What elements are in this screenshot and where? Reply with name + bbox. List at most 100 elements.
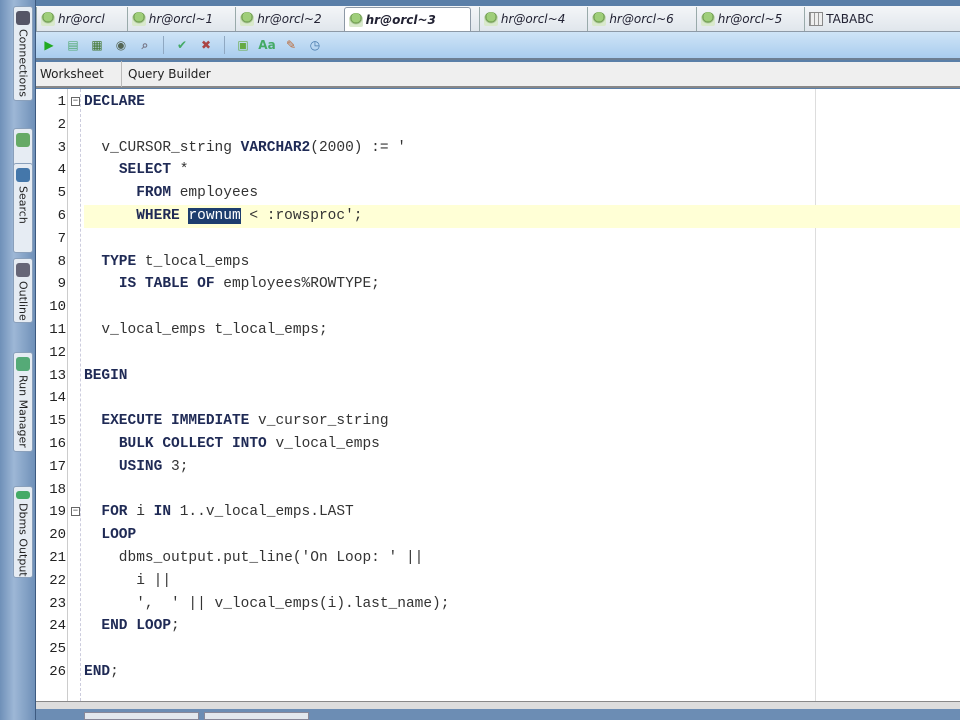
code-line[interactable]: 21 dbms_output.put_line('On Loop: ' || xyxy=(36,547,960,570)
fold-toggle-icon[interactable]: − xyxy=(71,97,80,106)
code-text: USING 3; xyxy=(118,458,189,475)
run-statement-button[interactable]: ▶ xyxy=(40,36,58,54)
code-text: BULK COLLECT INTO v_local_emps xyxy=(118,436,380,452)
line-number: 11 xyxy=(49,322,66,338)
connection-icon xyxy=(131,12,146,26)
tab-hr-orcl-2[interactable]: hr@orcl~2 xyxy=(235,7,335,31)
clear-icon: ✎ xyxy=(285,38,297,52)
tab-label: hr@orcl~6 xyxy=(609,12,674,26)
fold-toggle-icon[interactable]: − xyxy=(71,507,80,517)
line-number: 7 xyxy=(57,230,66,247)
code-line[interactable]: 20 LOOP xyxy=(36,524,960,547)
table-icon xyxy=(809,12,824,26)
rollback-button[interactable]: ✖ xyxy=(197,36,215,54)
tab-hr-orcl-5[interactable]: hr@orcl~5 xyxy=(695,7,796,31)
sidebar-tab-icon[interactable] xyxy=(13,128,33,168)
unshared-sql-button[interactable]: ▣ xyxy=(234,36,252,54)
horizontal-scrollbar[interactable] xyxy=(36,701,960,709)
line-number: 16 xyxy=(49,436,66,452)
code-line[interactable]: 16 BULK COLLECT INTO v_local_emps xyxy=(36,433,960,456)
code-line[interactable]: 17 USING 3; xyxy=(36,456,960,479)
sidebar-tab-run-manager[interactable]: Run Manager xyxy=(13,352,33,452)
code-line[interactable]: 12 xyxy=(36,342,960,365)
line-number: 22 xyxy=(49,572,66,589)
code-text: SELECT * xyxy=(118,162,189,179)
connection-icon xyxy=(592,12,607,26)
sidebar-tab-label: Run Manager xyxy=(16,375,30,448)
explain-plan-icon: ◉ xyxy=(115,38,127,52)
code-line[interactable]: 8 TYPE t_local_emps xyxy=(36,251,960,274)
sidebar-tab-dbms-output[interactable]: Dbms Output xyxy=(13,486,33,578)
tab-worksheet[interactable]: Worksheet xyxy=(36,61,122,87)
line-number: 1 xyxy=(57,94,66,110)
tab-hr-orcl-4[interactable]: hr@orcl~4 xyxy=(478,7,579,31)
tab-label: hr@orcl~2 xyxy=(257,12,322,26)
code-line[interactable]: 2 xyxy=(36,114,960,137)
bottom-tab[interactable] xyxy=(204,712,309,720)
code-text: IS TABLE OF employees%ROWTYPE; xyxy=(118,276,380,293)
tab-hr-orcl-6[interactable]: hr@orcl~6 xyxy=(587,7,687,31)
line-number: 13 xyxy=(49,367,66,384)
code-line[interactable]: 24 END LOOP; xyxy=(36,615,960,638)
unshared-sql-icon: ▣ xyxy=(237,38,249,52)
line-number: 14 xyxy=(49,390,66,407)
line-number: 4 xyxy=(57,162,66,179)
code-text: v_local_emps t_local_emps; xyxy=(84,322,328,338)
code-line[interactable]: 14 xyxy=(36,387,960,410)
code-line[interactable]: 13 BEGIN xyxy=(36,365,960,388)
sidebar-tab-label: Search xyxy=(16,186,30,224)
editor-subtabs: Worksheet Query Builder xyxy=(36,61,960,88)
code-line[interactable]: 4 SELECT * xyxy=(36,159,960,182)
code-line[interactable]: 10 xyxy=(36,296,960,319)
tab-label: hr@orcl xyxy=(58,12,105,26)
code-line[interactable]: 22 i || xyxy=(36,570,960,593)
toolbar-separator xyxy=(163,36,164,54)
code-line[interactable]: 11 v_local_emps t_local_emps; xyxy=(36,319,960,342)
clear-button[interactable]: ✎ xyxy=(282,36,300,54)
code-line[interactable]: 9 IS TABLE OF employees%ROWTYPE; xyxy=(36,273,960,296)
code-line[interactable]: 15 EXECUTE IMMEDIATE v_cursor_string xyxy=(36,410,960,433)
tab-query-builder[interactable]: Query Builder xyxy=(122,61,219,87)
bottom-panel xyxy=(36,709,960,720)
line-number: 6 xyxy=(57,208,66,224)
run-script-button[interactable]: ▤ xyxy=(64,36,82,54)
code-text: END LOOP; xyxy=(101,618,180,635)
code-line[interactable]: 5 FROM employees xyxy=(36,182,960,205)
sql-history-button[interactable]: ◷ xyxy=(306,36,324,54)
code-line[interactable]: 7 xyxy=(36,228,960,251)
panel-icon xyxy=(16,11,30,25)
sql-tuning-button[interactable]: ⌕ xyxy=(136,36,154,54)
commit-button[interactable]: ✔ xyxy=(173,36,191,54)
sidebar-tab-label: Outline xyxy=(16,281,30,321)
tab-hr-orcl-3[interactable]: hr@orcl~3 xyxy=(343,7,471,31)
code-line[interactable]: 25 xyxy=(36,638,960,661)
tab-tababc[interactable]: TABABC xyxy=(804,7,887,31)
code-line[interactable]: 26 END; xyxy=(36,661,960,684)
tab-label: hr@orcl~3 xyxy=(365,12,436,27)
sidebar-tab-outline[interactable]: Outline xyxy=(13,258,33,323)
code-line[interactable]: 18 xyxy=(36,479,960,502)
sidebar-tab-connections[interactable]: Connections xyxy=(13,6,33,101)
code-line[interactable]: 6 WHERE rownum < :rowsproc'; xyxy=(36,205,960,228)
autotrace-button[interactable]: ▦ xyxy=(88,36,106,54)
code-text: FOR i IN 1..v_local_emps.LAST xyxy=(101,504,354,521)
code-line[interactable]: 3 v_CURSOR_string VARCHAR2(2000) := ' xyxy=(36,137,960,160)
tab-hr-orcl[interactable]: hr@orcl xyxy=(36,7,119,31)
panel-icon xyxy=(16,133,30,147)
code-line[interactable]: 19− FOR i IN 1..v_local_emps.LAST xyxy=(36,501,960,524)
line-number: 10 xyxy=(49,299,66,316)
line-number: 15 xyxy=(49,413,66,430)
code-text: BEGIN xyxy=(84,367,128,384)
explain-plan-button[interactable]: ◉ xyxy=(112,36,130,54)
to-upper-lower-button[interactable]: Aa xyxy=(258,36,276,54)
line-number: 18 xyxy=(49,481,66,498)
bottom-tab[interactable] xyxy=(84,712,199,720)
tab-hr-orcl-1[interactable]: hr@orcl~1 xyxy=(126,7,227,31)
sidebar-tab-search[interactable]: Search xyxy=(13,163,33,253)
code-line[interactable]: 1− DECLARE xyxy=(36,91,960,114)
code-editor[interactable]: 1− DECLARE 2 3 v_CURSOR_string VARCHAR2(20… xyxy=(36,89,960,701)
code-line[interactable]: 23 ', ' || v_local_emps(i).last_name); xyxy=(36,593,960,616)
code-text: END; xyxy=(84,664,119,680)
